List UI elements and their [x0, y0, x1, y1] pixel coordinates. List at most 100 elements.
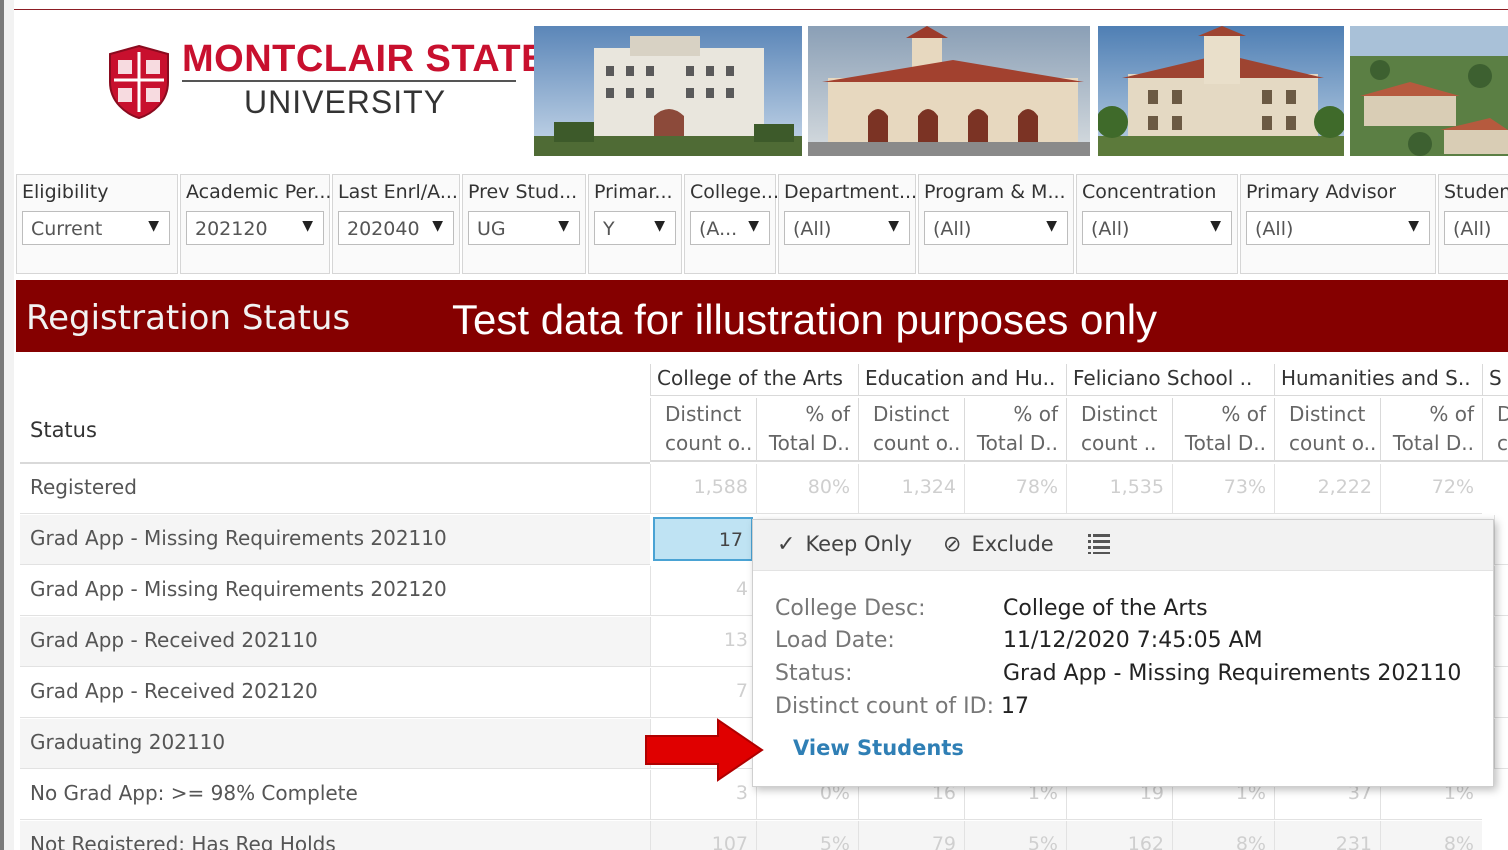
filter-eligibility-select[interactable]: Current ▼ [22, 211, 170, 245]
filter-label: College... [690, 181, 780, 203]
table-cell[interactable]: 162 [1066, 821, 1172, 850]
table-cell[interactable]: 78% [964, 464, 1066, 514]
filter-department-select[interactable]: (All) ▼ [784, 211, 910, 245]
university-shield-icon [109, 44, 169, 120]
table-cell-selected[interactable]: 17 [653, 517, 753, 561]
subheader-line1: Distinct [1081, 402, 1158, 426]
filter-primary-advisor-select[interactable]: (All) ▼ [1246, 211, 1430, 245]
college-header-humanities[interactable]: Humanities and S.. [1274, 364, 1482, 396]
filter-label: Studen [1444, 181, 1508, 203]
table-cell[interactable]: 1,535 [1066, 464, 1172, 514]
filter-academic-period-select[interactable]: 202120 ▼ [186, 211, 324, 245]
row-label-grad-received-202120[interactable]: Grad App - Received 202120 [20, 668, 650, 718]
table-cell[interactable]: 80% [756, 464, 858, 514]
exclude-icon: ⊘ [943, 532, 962, 557]
table-cell[interactable]: 231 [1274, 821, 1380, 850]
row-label-grad-received-202110[interactable]: Grad App - Received 202110 [20, 617, 650, 667]
dropdown-arrow-icon: ▼ [1046, 218, 1057, 234]
dropdown-arrow-icon: ▼ [1408, 218, 1419, 234]
dropdown-arrow-icon: ▼ [1210, 218, 1221, 234]
tooltip-value-college: College of the Arts [1003, 596, 1208, 621]
subheader-distinct-count: Distinct count o.. [650, 398, 756, 462]
row-label-registered[interactable]: Registered [20, 464, 650, 514]
table-cell[interactable]: 8% [1172, 821, 1274, 850]
filter-concentration: Concentration (All) ▼ [1076, 174, 1238, 274]
filter-label: Department... [784, 181, 918, 203]
filter-program-select[interactable]: (All) ▼ [924, 211, 1068, 245]
subheader-percent-total: % of Total D.. [964, 398, 1066, 462]
filter-prev-student-select[interactable]: UG ▼ [468, 211, 580, 245]
filter-academic-period: Academic Per... 202120 ▼ [180, 174, 331, 274]
filter-primary: Primar... Y ▼ [588, 174, 682, 274]
subheader-percent-total: % of Total D.. [756, 398, 858, 462]
tooltip-key-count: Distinct count of ID: [775, 694, 995, 719]
table-cell[interactable]: 72% [1380, 464, 1482, 514]
exclude-button[interactable]: ⊘ Exclude [943, 532, 1054, 557]
tooltip-toolbar: ✓ Keep Only ⊘ Exclude [753, 520, 1493, 571]
campus-photo-3 [1098, 26, 1344, 156]
table-cell[interactable]: 4 [650, 566, 756, 616]
filter-college-select[interactable]: (A... ▼ [690, 211, 770, 245]
subheader-percent-total: % of Total D.. [1380, 398, 1482, 462]
table-cell[interactable] [1494, 719, 1508, 769]
keep-only-label: Keep Only [805, 532, 913, 556]
table-cell[interactable] [1494, 668, 1508, 718]
college-header-next[interactable]: S [1482, 364, 1508, 396]
subheader-line2: count o.. [665, 431, 753, 455]
subheader-line1: Distinct [665, 402, 742, 426]
subheader-distinct-count: Dc [1482, 398, 1508, 462]
college-header-education[interactable]: Education and Hu.. [858, 364, 1066, 396]
table-cell[interactable]: 8% [1380, 821, 1482, 850]
filter-label: Prev Stud... [468, 181, 578, 203]
subheader-line2: Total D.. [768, 431, 850, 455]
table-cell[interactable] [1494, 515, 1508, 565]
exclude-label: Exclude [971, 532, 1054, 556]
table-cell[interactable]: 79 [858, 821, 964, 850]
college-header-feliciano[interactable]: Feliciano School .. [1066, 364, 1274, 396]
status-column-header: Status [20, 364, 650, 464]
university-logo: MONTCLAIR STATE UNIVERSITY [106, 38, 546, 128]
table-cell[interactable]: 73% [1172, 464, 1274, 514]
filter-value: Y [603, 218, 615, 240]
table-cell[interactable]: 107 [650, 821, 756, 850]
table-cell[interactable]: 2,222 [1274, 464, 1380, 514]
filter-primary-advisor: Primary Advisor (All) ▼ [1240, 174, 1436, 274]
table-cell[interactable]: 13 [650, 617, 756, 667]
logo-subtitle: UNIVERSITY [244, 84, 447, 120]
subheader-line1: % of [1429, 402, 1474, 426]
table-cell[interactable]: 1,324 [858, 464, 964, 514]
filter-last-enrl-select[interactable]: 202040 ▼ [338, 211, 454, 245]
table-cell[interactable]: 1,588 [650, 464, 756, 514]
window-gutter [4, 0, 14, 850]
campus-photo-1 [534, 26, 802, 156]
red-arrow-icon [645, 718, 764, 782]
filter-college: College... (A... ▼ [684, 174, 780, 274]
filter-student-select[interactable]: (All) [1444, 211, 1508, 245]
filter-concentration-select[interactable]: (All) ▼ [1082, 211, 1232, 245]
filter-primary-select[interactable]: Y ▼ [594, 211, 676, 245]
row-label-graduating-202110[interactable]: Graduating 202110 [20, 719, 650, 769]
row-label-grad-missing-202110[interactable]: Grad App - Missing Requirements 202110 [20, 515, 650, 565]
table-cell[interactable] [1494, 566, 1508, 616]
filter-value: Current [31, 218, 103, 240]
view-data-icon [1088, 534, 1110, 554]
view-data-button[interactable] [1087, 533, 1111, 560]
table-cell[interactable]: 5% [756, 821, 858, 850]
table-cell[interactable]: 7 [650, 668, 756, 718]
row-label-not-registered-holds[interactable]: Not Registered: Has Reg Holds [20, 821, 650, 850]
filter-eligibility: Eligibility Current ▼ [16, 174, 178, 274]
table-cell[interactable]: 5% [964, 821, 1066, 850]
view-students-link[interactable]: View Students [793, 736, 964, 760]
filter-value: 202120 [195, 218, 268, 240]
subheader-distinct-count: Distinct count o.. [1274, 398, 1380, 462]
table-cell[interactable] [1494, 617, 1508, 667]
filter-value: UG [477, 218, 506, 240]
row-label-grad-missing-202120[interactable]: Grad App - Missing Requirements 202120 [20, 566, 650, 616]
filter-value: (All) [1255, 218, 1294, 240]
filter-label: Primary Advisor [1246, 181, 1397, 203]
keep-only-button[interactable]: ✓ Keep Only [777, 532, 912, 557]
filter-label: Primar... [594, 181, 673, 203]
subheader-line2: count .. [1081, 431, 1157, 455]
college-header-arts[interactable]: College of the Arts [650, 364, 858, 396]
row-label-no-grad-app[interactable]: No Grad App: >= 98% Complete [20, 770, 650, 820]
